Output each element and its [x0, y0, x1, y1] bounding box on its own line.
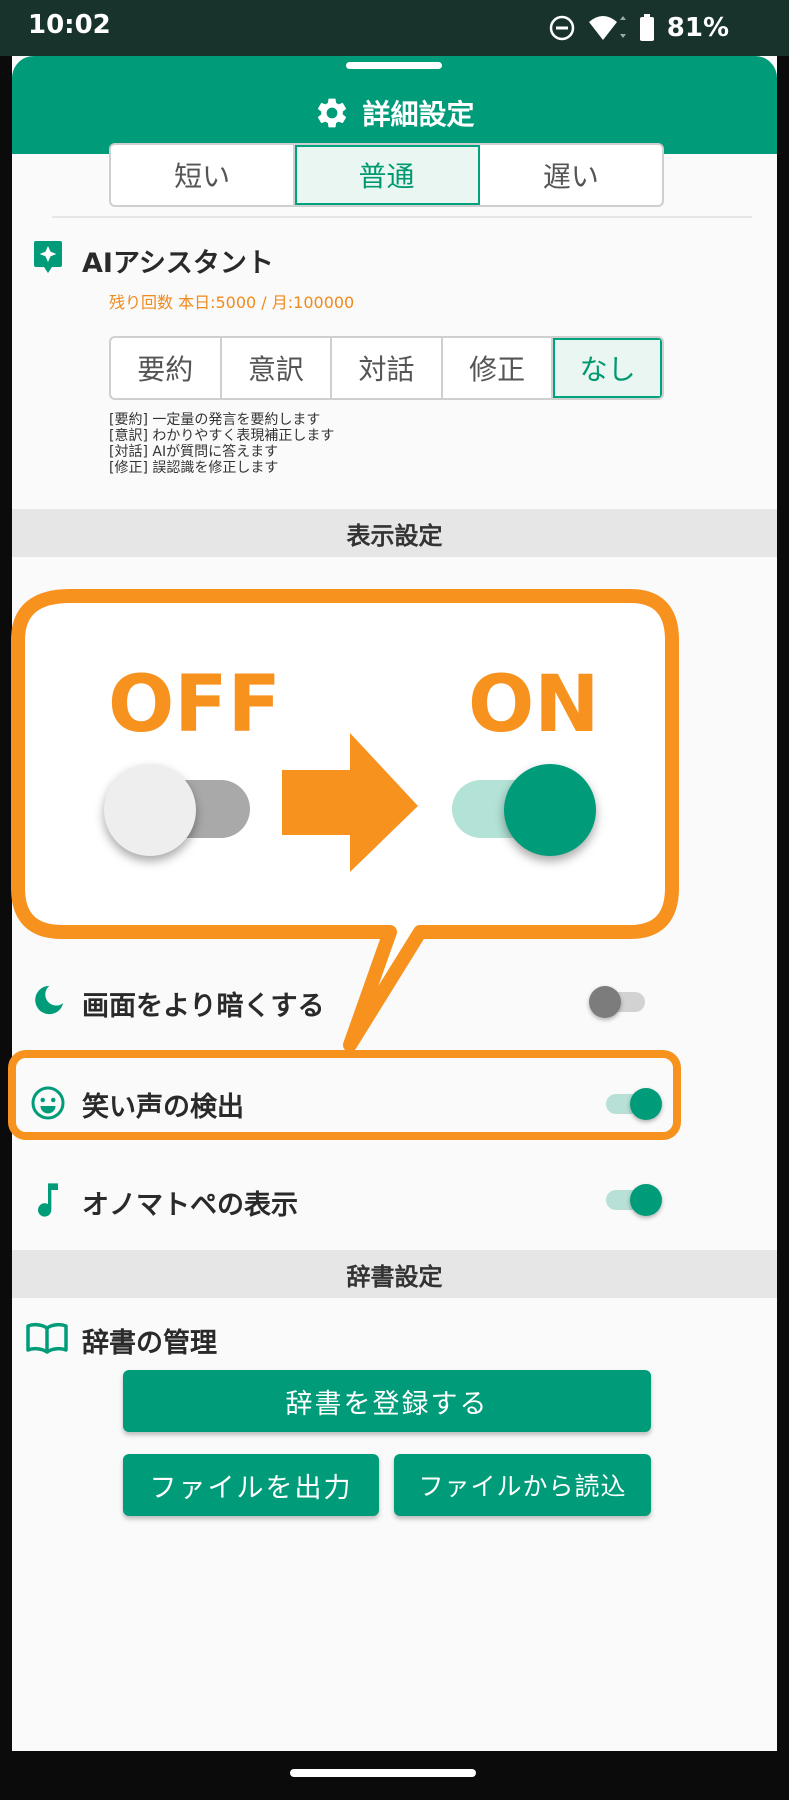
settings-sheet: 詳細設定 短い 普通 遅い AIアシスタント 残り回数 本日:5000 / 月:… [12, 56, 777, 1751]
speed-option-slow[interactable]: 遅い [480, 145, 662, 205]
phone-frame-left [0, 0, 12, 1800]
export-file-button[interactable]: ファイルを出力 [123, 1454, 379, 1516]
ai-assistant-label: AIアシスタント [82, 248, 274, 279]
header-title-group: 詳細設定 [12, 88, 777, 138]
onomatopoeia-label: オノマトペの表示 [82, 1190, 298, 1221]
system-nav-bar [0, 1751, 789, 1800]
status-time: 10:02 [28, 10, 111, 40]
drag-handle[interactable] [346, 62, 442, 69]
status-bar: 10:02 81% [0, 0, 789, 56]
home-gesture-pill[interactable] [290, 1769, 476, 1777]
callout-off-label: OFF [108, 660, 281, 750]
ai-mode-descriptions: [要約] 一定量の発言を要約します [意訳] わかりやすく表現補正します [対話… [109, 412, 334, 476]
dictionary-settings-header: 辞書設定 [12, 1250, 777, 1298]
laughter-detection-label: 笑い声の検出 [82, 1092, 244, 1123]
book-icon [26, 1322, 68, 1354]
display-settings-header: 表示設定 [12, 509, 777, 557]
toggle-thumb [630, 1184, 662, 1216]
dictionary-manage-label: 辞書の管理 [82, 1328, 217, 1359]
laughter-detection-toggle[interactable] [602, 1088, 662, 1120]
ai-desc-paraphrase: [意訳] わかりやすく表現補正します [109, 428, 335, 444]
ai-mode-none[interactable]: なし [553, 338, 662, 398]
callout-on-label: ON [468, 660, 600, 750]
toggle-thumb [630, 1088, 662, 1120]
status-icons: 81% [549, 10, 729, 46]
ai-mode-correction[interactable]: 修正 [443, 338, 554, 398]
on-thumb [504, 764, 596, 856]
toggle-thumb [589, 986, 621, 1018]
dark-screen-label: 画面をより暗くする [82, 991, 325, 1022]
smile-icon [31, 1086, 65, 1120]
off-thumb [104, 764, 196, 856]
ai-mode-summary[interactable]: 要約 [111, 338, 222, 398]
ai-mode-selector: 要約 意訳 対話 修正 なし [109, 336, 664, 400]
dnd-icon [549, 15, 575, 41]
speed-selector: 短い 普通 遅い [109, 143, 664, 207]
ai-mode-dialogue[interactable]: 対話 [332, 338, 443, 398]
onomatopoeia-toggle[interactable] [602, 1184, 662, 1216]
ai-desc-dialogue: [対話] AIが質問に答えます [109, 444, 279, 460]
battery-percent: 81% [666, 13, 729, 43]
sheet-header: 詳細設定 [12, 56, 777, 154]
ai-sparkle-icon [34, 241, 62, 273]
wifi-icon [588, 16, 626, 40]
phone-frame-right [777, 0, 789, 1800]
battery-icon [639, 14, 654, 41]
dark-screen-toggle[interactable] [589, 986, 649, 1018]
gear-icon [318, 98, 347, 128]
ai-mode-paraphrase[interactable]: 意訳 [222, 338, 333, 398]
ai-desc-correction: [修正] 誤認識を修正します [109, 460, 279, 476]
toggle-off-illustration [100, 762, 260, 858]
page-title: 詳細設定 [362, 98, 475, 131]
speed-option-normal[interactable]: 普通 [295, 145, 480, 205]
ai-remaining-count: 残り回数 本日:5000 / 月:100000 [109, 293, 355, 312]
music-note-icon [38, 1183, 58, 1217]
moon-icon [35, 985, 64, 1015]
import-file-button[interactable]: ファイルから読込 [394, 1454, 651, 1516]
speed-option-short[interactable]: 短い [111, 145, 296, 205]
ai-desc-summary: [要約] 一定量の発言を要約します [109, 412, 321, 428]
divider [52, 216, 752, 218]
register-dictionary-button[interactable]: 辞書を登録する [123, 1370, 651, 1432]
toggle-on-illustration [452, 762, 602, 858]
